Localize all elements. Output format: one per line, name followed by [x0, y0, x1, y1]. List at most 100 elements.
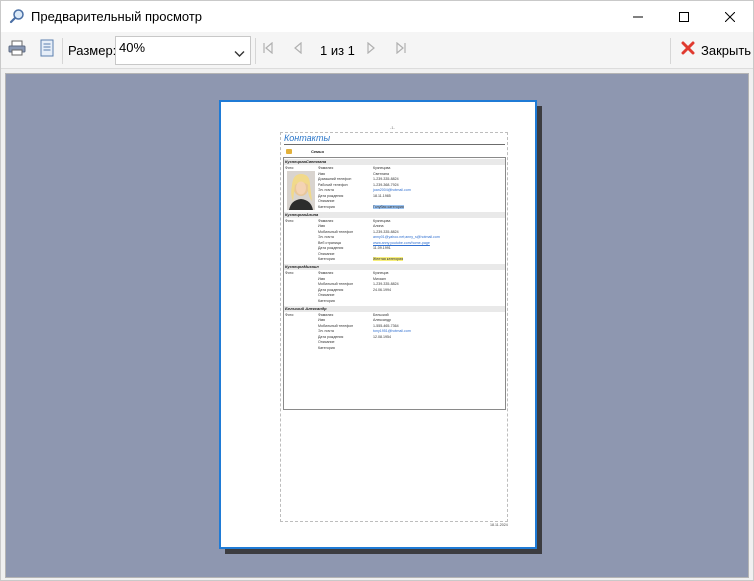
field-label: Домашний телефон — [318, 177, 352, 181]
toolbar-separator — [670, 38, 671, 64]
field-label: Фамилия — [318, 166, 334, 170]
photo-label: Фото: — [285, 271, 295, 275]
title-underline — [284, 144, 505, 145]
field-label: Описание — [318, 293, 335, 297]
contact-header: Бельский Александр — [284, 305, 505, 312]
contact-photo — [287, 171, 315, 210]
field-value[interactable]: www.anny.youtube.com/home-page — [373, 241, 430, 245]
magnifier-icon — [9, 8, 25, 24]
print-button[interactable] — [4, 37, 30, 63]
title-bar: Предварительный просмотр — [1, 1, 753, 32]
page-setup-button[interactable] — [34, 37, 60, 63]
field-value: 11.09.1991 — [373, 246, 391, 250]
field-label: Эл. почта — [318, 188, 334, 192]
field-value: Голубая категория — [373, 204, 404, 209]
next-page-button[interactable] — [358, 37, 384, 63]
field-value: 1-239-368-7924 — [373, 182, 399, 187]
field-label: Описание — [318, 340, 335, 344]
preview-area[interactable]: -1- Контакты Семья КузнецоваСветлана Фото… — [5, 73, 749, 578]
field-label: Описание — [318, 199, 335, 203]
field-value: 18.11.1985 — [373, 193, 391, 198]
field-label: Фамилия — [318, 271, 334, 275]
toolbar: Размер: 40% 1 из 1 Закрыть — [1, 32, 753, 69]
footer-date: 18.11.2024 — [490, 523, 508, 527]
previous-page-button[interactable] — [285, 37, 311, 63]
last-page-icon — [395, 41, 407, 59]
folder-icon — [286, 149, 292, 154]
first-page-icon — [262, 41, 274, 59]
zoom-select[interactable]: 40% — [115, 36, 251, 65]
page-number-top: -1- — [390, 125, 395, 130]
window-title: Предварительный просмотр — [31, 9, 203, 24]
first-page-button[interactable] — [255, 37, 281, 63]
group-name: Семья — [311, 149, 324, 154]
toolbar-separator — [62, 38, 63, 64]
close-icon — [681, 41, 695, 60]
field-label: Дата рождения — [318, 287, 344, 292]
field-label: Фамилия — [318, 218, 334, 223]
field-value: Кузнецова — [373, 218, 391, 223]
field-value: Александр — [373, 318, 391, 322]
field-value: Бельский — [373, 312, 389, 317]
printer-icon — [8, 40, 26, 61]
zoom-label: Размер: — [68, 43, 117, 58]
contacts-table: КузнецоваСветлана Фото: Фамилия Кузнецова Им… — [283, 157, 506, 410]
field-label: Имя — [318, 224, 325, 228]
field-value: Светлана — [373, 171, 389, 176]
last-page-button[interactable] — [388, 37, 414, 63]
field-label: Описание — [318, 251, 335, 256]
field-label: Имя — [318, 318, 325, 322]
field-value[interactable]: tony1951@hotmail.com — [373, 329, 411, 333]
field-value: Алина — [373, 224, 384, 228]
chevron-down-icon — [234, 45, 245, 63]
next-page-icon — [365, 41, 377, 59]
field-label: Фамилия — [318, 312, 334, 317]
field-value: Михаил — [373, 276, 386, 281]
field-label: Рабочий телефон — [318, 182, 348, 187]
contact-header: КузнецоваАлина — [284, 211, 505, 218]
field-value: 1-239-335-8824 — [373, 177, 399, 181]
report-page: -1- Контакты Семья КузнецоваСветлана Фото… — [219, 100, 537, 549]
field-value: 12.08.1954 — [373, 334, 391, 339]
preview-window: Предварительный просмотр Размер: 40% 1 и… — [0, 0, 754, 581]
field-label: Имя — [318, 171, 325, 176]
minimize-button[interactable] — [615, 1, 661, 32]
field-value: 1-239-335-8824 — [373, 229, 399, 234]
page-indicator: 1 из 1 — [320, 43, 355, 58]
field-label: Мобильный телефон — [318, 323, 354, 328]
close-label: Закрыть — [701, 43, 752, 58]
field-value: Кузнецова — [373, 166, 391, 170]
field-value: 1-555-465-7364 — [373, 323, 399, 328]
close-preview-button[interactable]: Закрыть — [677, 36, 751, 65]
field-value: 24.06.1994 — [373, 287, 391, 292]
window-close-button[interactable] — [707, 1, 753, 32]
field-label: Категория — [318, 257, 335, 261]
field-label: Дата рождения — [318, 246, 344, 250]
field-value[interactable]: anny01@yahoo.net;anny_s@hotmail.com — [373, 235, 440, 239]
maximize-button[interactable] — [661, 1, 707, 32]
contact-header: КузнецовМихаил — [284, 264, 505, 270]
field-value: 1-239-335-8824 — [373, 282, 399, 286]
field-label: Мобильный телефон — [318, 282, 354, 286]
field-label: Эл. почта — [318, 235, 334, 239]
field-label: Дата рождения — [318, 193, 344, 198]
field-label: Категория — [318, 345, 335, 350]
contact-header: КузнецоваСветлана — [284, 159, 505, 165]
field-value[interactable]: joan2004@hotmail.com — [373, 188, 411, 192]
zoom-value: 40% — [119, 40, 146, 55]
field-value: Кузнецов — [373, 271, 389, 275]
group-header: Семья — [283, 148, 505, 156]
photo-label: Фото: — [285, 218, 295, 223]
page-setup-icon — [40, 39, 54, 62]
photo-label: Фото: — [285, 166, 295, 170]
field-label: Эл. почта — [318, 329, 334, 333]
field-value: Желтая категория — [373, 257, 404, 261]
photo-label: Фото: — [285, 312, 295, 317]
field-label: Мобильный телефон — [318, 229, 354, 234]
field-label: Имя — [318, 276, 325, 281]
field-label: Категория — [318, 298, 335, 303]
field-label: Дата рождения — [318, 334, 344, 339]
previous-page-icon — [292, 41, 304, 59]
report-title: Контакты — [284, 133, 331, 143]
field-label: Категория — [318, 204, 335, 209]
